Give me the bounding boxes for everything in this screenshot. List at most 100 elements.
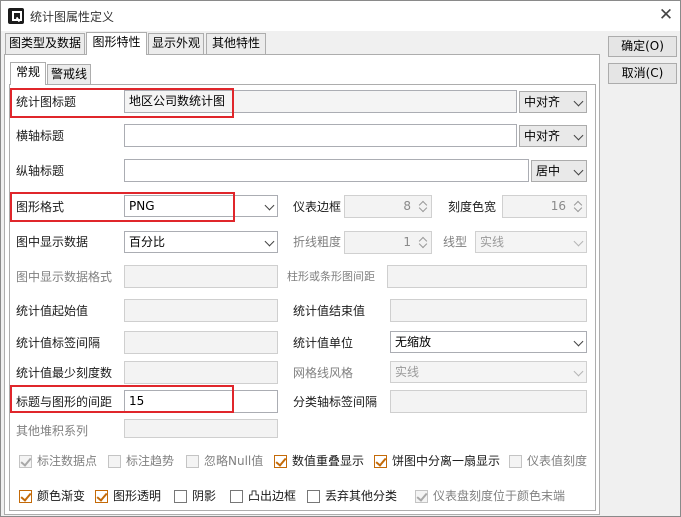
image-format-select[interactable]: PNG — [124, 195, 278, 217]
x-axis-align-value: 中对齐 — [524, 129, 561, 143]
title-spacing-input[interactable]: 15 — [124, 390, 278, 413]
y-axis-title-label: 纵轴标题 — [16, 164, 65, 178]
ignore-null-label: 忽略Null值 — [204, 454, 264, 468]
stat-start-input[interactable] — [124, 299, 278, 322]
chevron-down-icon — [264, 200, 275, 211]
spin-down-icon[interactable] — [418, 207, 428, 213]
grid-style-label: 网格线风格 — [293, 366, 354, 380]
stat-min-ticks-label: 统计值最少刻度数 — [16, 366, 113, 380]
stat-start-label: 统计值起始值 — [16, 304, 89, 318]
chart-title-align-value: 中对齐 — [524, 95, 561, 109]
color-gradient-checkbox[interactable] — [19, 490, 32, 503]
gauge-border-value: 8 — [403, 199, 411, 213]
bar-spacing-input[interactable] — [387, 265, 587, 288]
pie-explode-checkbox[interactable] — [374, 455, 387, 468]
scale-color-width-value: 16 — [550, 199, 566, 213]
display-data-format-label: 图中显示数据格式 — [16, 270, 113, 284]
chevron-down-icon — [573, 336, 584, 347]
image-format-value: PNG — [129, 199, 155, 213]
transparent-label: 图形透明 — [113, 489, 162, 503]
gauge-value-scale-label: 仪表值刻度 — [527, 454, 588, 468]
ignore-null-checkbox[interactable] — [186, 455, 199, 468]
chevron-down-icon — [573, 96, 584, 107]
raised-border-checkbox[interactable] — [230, 490, 243, 503]
y-axis-align-value: 居中 — [536, 164, 561, 178]
pie-explode-label: 饼图中分离一扇显示 — [392, 454, 501, 468]
title-bar: 统计图属性定义 ✕ — [1, 1, 680, 31]
line-thickness-spinner[interactable]: 1 — [344, 231, 432, 254]
scale-color-width-label: 刻度色宽 — [448, 200, 497, 214]
line-type-value: 实线 — [480, 235, 505, 249]
bar-spacing-label: 柱形或条形图间距 — [287, 270, 375, 283]
stat-label-interval-input[interactable] — [124, 331, 278, 354]
line-thickness-value: 1 — [403, 235, 411, 249]
line-type-label: 线型 — [443, 235, 468, 249]
chevron-down-icon — [573, 130, 584, 141]
general-pane — [9, 84, 596, 511]
overlap-values-checkbox[interactable] — [274, 455, 287, 468]
ok-button[interactable]: 确定(O) — [608, 36, 677, 57]
category-label-interval-input[interactable] — [390, 390, 587, 413]
annotate-points-label: 标注数据点 — [37, 454, 98, 468]
shadow-checkbox[interactable] — [174, 490, 187, 503]
stat-unit-value: 无缩放 — [395, 335, 432, 349]
chart-title-input[interactable]: 地区公司数统计图 — [124, 90, 517, 113]
discard-other-label: 丢弃其他分类 — [325, 489, 398, 503]
stat-label-interval-label: 统计值标签间隔 — [16, 336, 101, 350]
gauge-value-scale-checkbox[interactable] — [509, 455, 522, 468]
gauge-scale-end-checkbox[interactable] — [415, 490, 428, 503]
chart-title-align-select[interactable]: 中对齐 — [519, 91, 587, 113]
category-label-interval-label: 分类轴标签间隔 — [293, 395, 378, 409]
subtab-alert-line[interactable]: 警戒线 — [47, 64, 91, 85]
overlap-values-label: 数值重叠显示 — [292, 454, 365, 468]
chevron-down-icon — [573, 236, 584, 247]
properties-dialog: 统计图属性定义 ✕ 图类型及数据 图形特性 显示外观 其他特性 常规 警戒线 确… — [0, 0, 681, 517]
stat-end-input[interactable] — [390, 299, 587, 322]
other-stack-series-label: 其他堆积系列 — [16, 424, 89, 438]
shadow-label: 阴影 — [192, 489, 217, 503]
stat-min-ticks-input[interactable] — [124, 361, 278, 384]
chevron-down-icon — [573, 165, 584, 176]
display-data-label: 图中显示数据 — [16, 235, 89, 249]
stat-unit-label: 统计值单位 — [293, 336, 354, 350]
scale-color-width-spinner[interactable]: 16 — [502, 195, 587, 218]
x-axis-title-align-select[interactable]: 中对齐 — [519, 125, 587, 147]
grid-style-value: 实线 — [395, 365, 420, 379]
display-data-value: 百分比 — [129, 235, 166, 249]
spin-down-icon[interactable] — [573, 207, 583, 213]
chevron-down-icon — [573, 366, 584, 377]
stat-unit-select[interactable]: 无缩放 — [390, 331, 587, 353]
cancel-button[interactable]: 取消(C) — [608, 63, 677, 84]
gauge-border-label: 仪表边框 — [293, 200, 342, 214]
tab-chart-type-data[interactable]: 图类型及数据 — [5, 33, 85, 54]
chart-title-label: 统计图标题 — [16, 95, 77, 109]
raised-border-label: 凸出边框 — [248, 489, 297, 503]
other-stack-series-input[interactable] — [124, 419, 278, 438]
image-format-label: 图形格式 — [16, 200, 65, 214]
y-axis-title-input[interactable] — [124, 159, 529, 182]
title-spacing-label: 标题与图形的间距 — [16, 395, 113, 409]
display-data-format-input[interactable] — [124, 265, 278, 288]
stat-end-label: 统计值结束值 — [293, 304, 366, 318]
annotate-points-checkbox[interactable] — [19, 455, 32, 468]
discard-other-checkbox[interactable] — [307, 490, 320, 503]
x-axis-title-label: 横轴标题 — [16, 129, 65, 143]
close-icon[interactable]: ✕ — [656, 4, 676, 26]
x-axis-title-input[interactable] — [124, 124, 517, 147]
annotate-trend-label: 标注趋势 — [126, 454, 175, 468]
chevron-down-icon — [264, 236, 275, 247]
grid-style-select[interactable]: 实线 — [390, 361, 587, 383]
subtab-general[interactable]: 常规 — [10, 62, 46, 85]
transparent-checkbox[interactable] — [95, 490, 108, 503]
spin-down-icon[interactable] — [418, 243, 428, 249]
line-type-select[interactable]: 实线 — [475, 231, 587, 253]
gauge-border-spinner[interactable]: 8 — [344, 195, 432, 218]
y-axis-title-align-select[interactable]: 居中 — [531, 160, 587, 182]
annotate-trend-checkbox[interactable] — [108, 455, 121, 468]
tab-other-properties[interactable]: 其他特性 — [206, 33, 266, 54]
tab-chart-properties[interactable]: 图形特性 — [86, 32, 147, 55]
tab-display-appearance[interactable]: 显示外观 — [148, 33, 204, 54]
window-title: 统计图属性定义 — [30, 10, 115, 24]
display-data-select[interactable]: 百分比 — [124, 231, 278, 253]
gauge-scale-end-label: 仪表盘刻度位于颜色末端 — [433, 489, 566, 503]
